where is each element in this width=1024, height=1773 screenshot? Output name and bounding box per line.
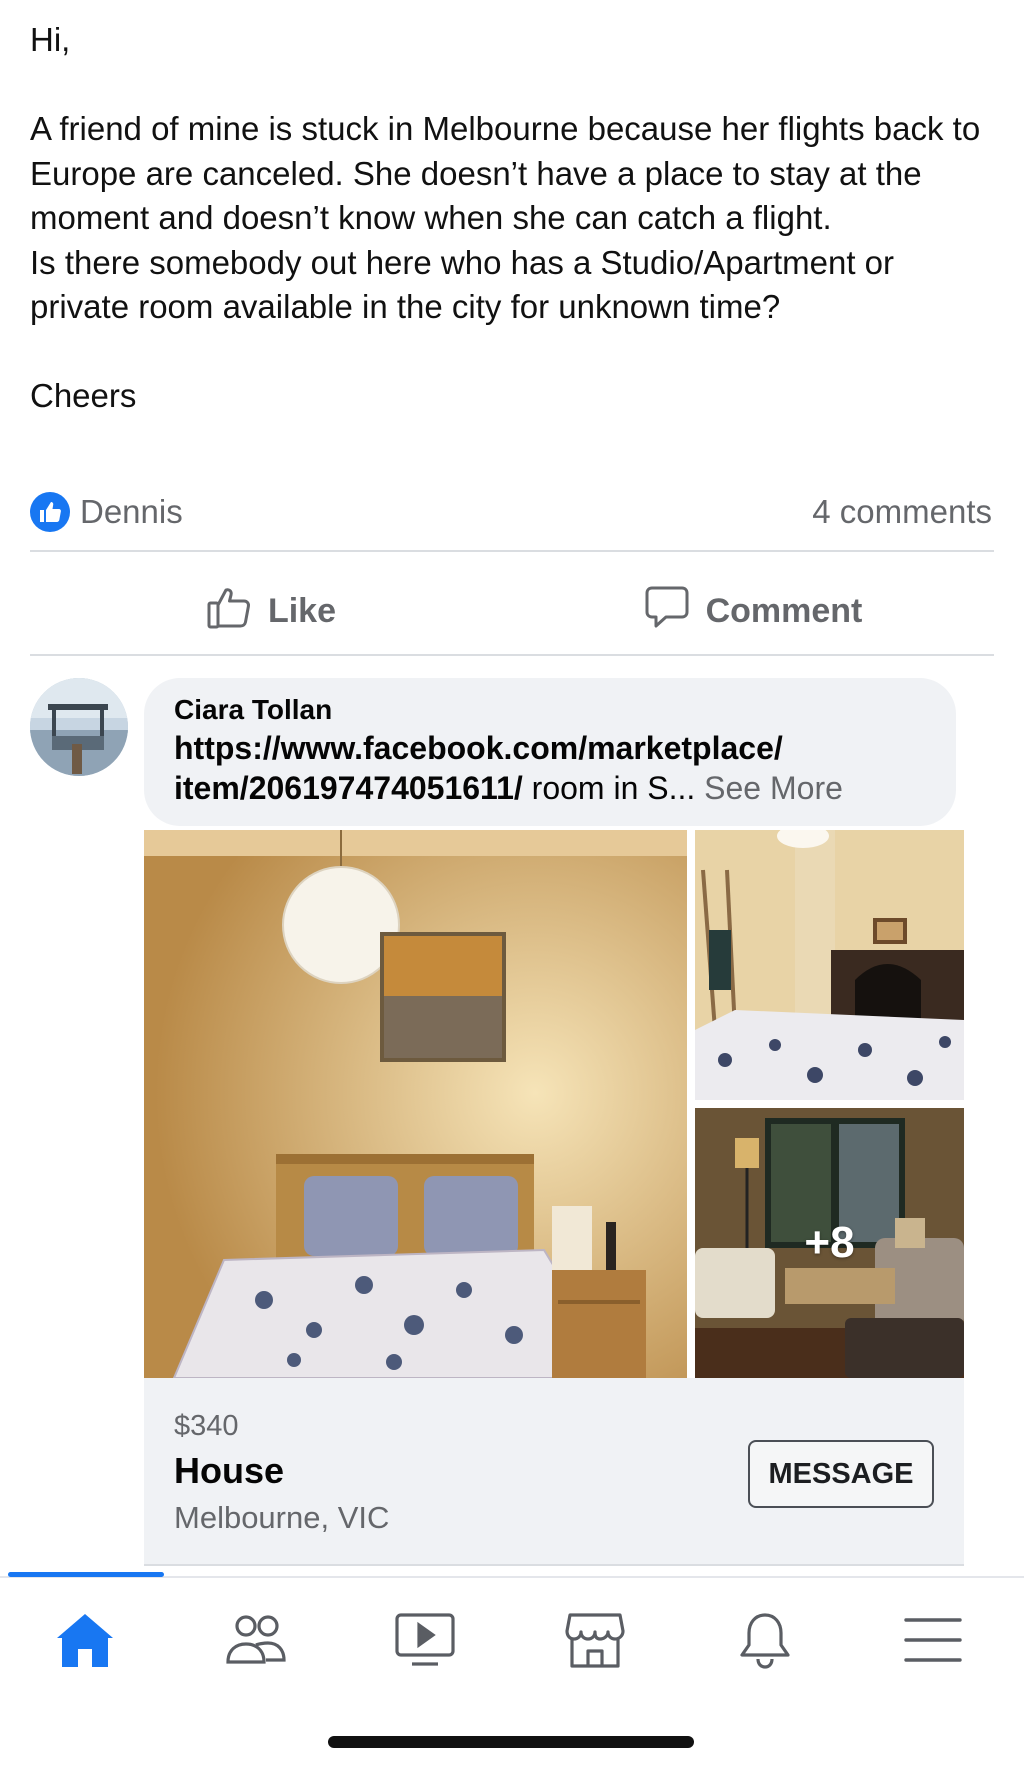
bottom-tab-bar	[0, 1572, 1024, 1696]
marketplace-link[interactable]: item/206197474051611/	[174, 770, 523, 806]
menu-icon	[903, 1615, 963, 1670]
listing-gallery: +8	[144, 830, 964, 1378]
like-reaction-icon	[30, 492, 70, 532]
comment-bubble[interactable]: Ciara Tollan https://www.facebook.com/ma…	[144, 678, 956, 826]
home-icon	[54, 1611, 116, 1674]
listing-location: Melbourne, VIC	[174, 1500, 390, 1535]
like-button[interactable]: Like	[30, 566, 512, 656]
reactor-name: Dennis	[80, 493, 183, 530]
tab-menu[interactable]	[888, 1602, 978, 1682]
comment-text: https://www.facebook.com/marketplace/ it…	[174, 728, 926, 808]
comment-snippet: room in S...	[522, 770, 696, 806]
tab-marketplace[interactable]	[550, 1602, 640, 1682]
tab-friends[interactable]	[210, 1602, 300, 1682]
friends-icon	[222, 1612, 288, 1673]
watch-icon	[394, 1612, 456, 1673]
more-photos-count[interactable]: +8	[695, 1108, 964, 1378]
listing-photo-room[interactable]	[695, 830, 964, 1100]
tab-home[interactable]	[40, 1602, 130, 1682]
post-paragraph: A friend of mine is stuck in Melbourne b…	[30, 110, 981, 236]
tab-watch[interactable]	[380, 1602, 470, 1682]
marketplace-link[interactable]: https://www.facebook.com/marketplace/	[174, 730, 783, 766]
comment-count[interactable]: 4 comments	[812, 493, 992, 531]
listing-photo-bedroom[interactable]	[144, 830, 687, 1378]
like-label: Like	[267, 591, 337, 630]
marketplace-icon	[564, 1611, 626, 1674]
marketplace-listing-card[interactable]: $340 House Melbourne, VIC MESSAGE	[144, 1378, 964, 1566]
listing-title: House	[174, 1450, 285, 1491]
tab-notifications[interactable]	[720, 1602, 810, 1682]
post-paragraph: Is there somebody out here who has a Stu…	[30, 243, 894, 326]
divider	[30, 550, 994, 552]
post-paragraph: Cheers	[30, 377, 137, 414]
comment-button[interactable]: Comment	[512, 566, 994, 656]
avatar[interactable]	[30, 678, 128, 776]
post-text: Hi, A friend of mine is stuck in Melbour…	[30, 18, 1000, 419]
divider	[30, 654, 994, 656]
comment-icon	[644, 584, 690, 639]
home-indicator[interactable]	[328, 1736, 694, 1748]
listing-photo-living[interactable]: +8	[695, 1108, 964, 1378]
listing-price: $340	[174, 1410, 239, 1442]
post-actions: Like Comment	[30, 566, 994, 656]
message-button[interactable]: MESSAGE	[748, 1440, 934, 1508]
active-tab-indicator	[8, 1572, 164, 1577]
notifications-icon	[738, 1611, 792, 1674]
post-paragraph: Hi,	[30, 21, 71, 58]
comment-label: Comment	[705, 591, 863, 630]
comment-author[interactable]: Ciara Tollan	[174, 694, 926, 726]
see-more-link[interactable]: See More	[704, 770, 843, 806]
reaction-summary[interactable]: Dennis	[30, 492, 183, 532]
reactions-bar: Dennis 4 comments	[30, 488, 992, 536]
thumbs-up-icon	[206, 584, 252, 639]
